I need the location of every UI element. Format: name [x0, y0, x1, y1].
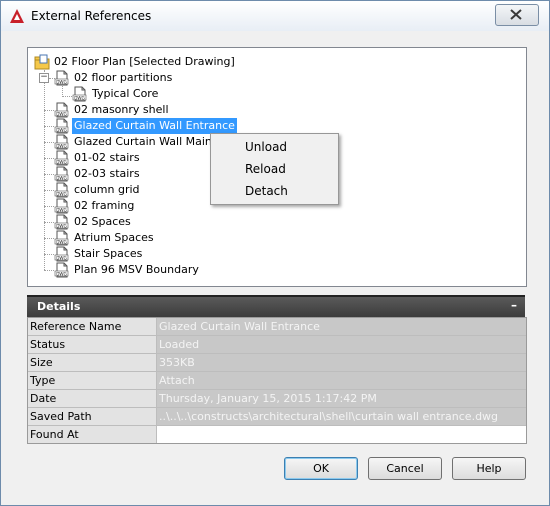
tree-connector-line: [44, 206, 54, 207]
dwg-file-icon: DWG: [54, 198, 70, 214]
tree-item-label: column grid: [74, 183, 140, 196]
details-value: Glazed Curtain Wall Entrance: [157, 318, 526, 335]
details-key: Reference Name: [28, 318, 157, 335]
svg-text:DWG: DWG: [56, 239, 67, 244]
tree-item-label: Glazed Curtain Wall Entrance: [72, 118, 237, 134]
svg-text:DWG: DWG: [56, 191, 67, 196]
details-key: Type: [28, 372, 157, 389]
svg-text:DWG: DWG: [56, 143, 67, 148]
tree-item-label: 02 floor partitions: [74, 71, 173, 84]
tree-item-label: Typical Core: [92, 87, 159, 100]
dwg-file-icon: DWG: [54, 70, 70, 86]
tree-item-label: 02 masonry shell: [74, 103, 169, 116]
details-value: Thursday, January 15, 2015 1:17:42 PM: [157, 390, 526, 407]
dwg-file-icon: DWG: [54, 246, 70, 262]
tree-item-label: Atrium Spaces: [74, 231, 154, 244]
svg-text:DWG: DWG: [56, 255, 67, 260]
window-title: External References: [31, 9, 152, 23]
tree-connector-line: [44, 142, 54, 143]
tree-item-label: 02 Floor Plan [Selected Drawing]: [54, 55, 235, 68]
close-icon: [510, 9, 522, 20]
found-at-field[interactable]: [157, 426, 526, 443]
details-row: Date Thursday, January 15, 2015 1:17:42 …: [28, 390, 526, 408]
dwg-file-icon: DWG: [54, 118, 70, 134]
details-row: Size 353KB: [28, 354, 526, 372]
svg-text:DWG: DWG: [56, 159, 67, 164]
dwg-file-icon: DWG: [54, 262, 70, 278]
details-row: Type Attach: [28, 372, 526, 390]
svg-text:DWG: DWG: [56, 207, 67, 212]
menu-item-detach[interactable]: Detach: [245, 184, 288, 198]
autocad-app-icon: [10, 9, 24, 23]
tree-item-label: 02-03 stairs: [74, 167, 140, 180]
details-row: Reference Name Glazed Curtain Wall Entra…: [28, 318, 526, 336]
external-references-dialog: External References 02 Floor Plan [Selec…: [0, 0, 550, 506]
details-row: Status Loaded: [28, 336, 526, 354]
help-button[interactable]: Help: [452, 457, 526, 480]
tree-connector-line: [44, 222, 54, 223]
tree-item-label: 02 Spaces: [74, 215, 131, 228]
collapse-details-icon[interactable]: –: [511, 298, 517, 312]
dwg-file-icon: DWG: [54, 134, 70, 150]
details-row: Found At: [28, 426, 526, 443]
ok-button[interactable]: OK: [284, 457, 358, 480]
svg-text:DWG: DWG: [56, 175, 67, 180]
svg-text:DWG: DWG: [74, 95, 85, 100]
details-value: ..\..\..\constructs\architectural\shell\…: [157, 408, 526, 425]
dwg-file-icon: DWG: [54, 166, 70, 182]
dwg-file-icon: DWG: [54, 150, 70, 166]
tree-connector-line: [44, 174, 54, 175]
details-value: 353KB: [157, 354, 526, 371]
details-key: Status: [28, 336, 157, 353]
details-key: Saved Path: [28, 408, 157, 425]
menu-item-reload[interactable]: Reload: [245, 162, 286, 176]
dwg-file-icon: DWG: [54, 182, 70, 198]
tree-item-label: Glazed Curtain Wall Main: [74, 135, 212, 148]
tree-connector-line: [44, 270, 54, 271]
dwg-file-icon: DWG: [72, 86, 88, 102]
details-table: Reference Name Glazed Curtain Wall Entra…: [27, 317, 527, 444]
dwg-file-icon: DWG: [54, 214, 70, 230]
context-menu: Unload Reload Detach: [210, 133, 339, 205]
tree-connector-line: [44, 254, 54, 255]
title-bar[interactable]: External References: [1, 1, 549, 31]
details-value: Loaded: [157, 336, 526, 353]
details-value: Attach: [157, 372, 526, 389]
tree-item-label: Plan 96 MSV Boundary: [74, 263, 199, 276]
tree-connector-line: [44, 190, 54, 191]
close-button[interactable]: [495, 4, 539, 26]
dwg-file-icon: DWG: [54, 102, 70, 118]
tree-connector-line: [44, 70, 45, 270]
svg-text:DWG: DWG: [56, 223, 67, 228]
minus-icon: −: [40, 72, 48, 82]
tree-connector-line: [62, 96, 72, 97]
svg-text:DWG: DWG: [56, 271, 67, 276]
menu-item-unload[interactable]: Unload: [245, 140, 287, 154]
drawing-folder-icon: [34, 54, 50, 70]
details-key: Date: [28, 390, 157, 407]
svg-text:DWG: DWG: [56, 127, 67, 132]
details-key: Found At: [28, 426, 157, 443]
collapse-toggle[interactable]: −: [39, 73, 49, 83]
svg-text:DWG: DWG: [56, 111, 67, 116]
details-row: Saved Path ..\..\..\constructs\architect…: [28, 408, 526, 426]
tree-item-label: 01-02 stairs: [74, 151, 140, 164]
tree-item-label: 02 framing: [74, 199, 135, 212]
svg-text:DWG: DWG: [56, 79, 67, 84]
tree-connector-line: [44, 110, 54, 111]
tree-connector-line: [44, 158, 54, 159]
details-key: Size: [28, 354, 157, 371]
details-header[interactable]: Details –: [27, 295, 525, 317]
tree-connector-line: [44, 238, 54, 239]
details-title: Details: [37, 300, 81, 313]
tree-item-label: Stair Spaces: [74, 247, 143, 260]
cancel-button[interactable]: Cancel: [368, 457, 442, 480]
dwg-file-icon: DWG: [54, 230, 70, 246]
tree-connector-line: [44, 126, 54, 127]
